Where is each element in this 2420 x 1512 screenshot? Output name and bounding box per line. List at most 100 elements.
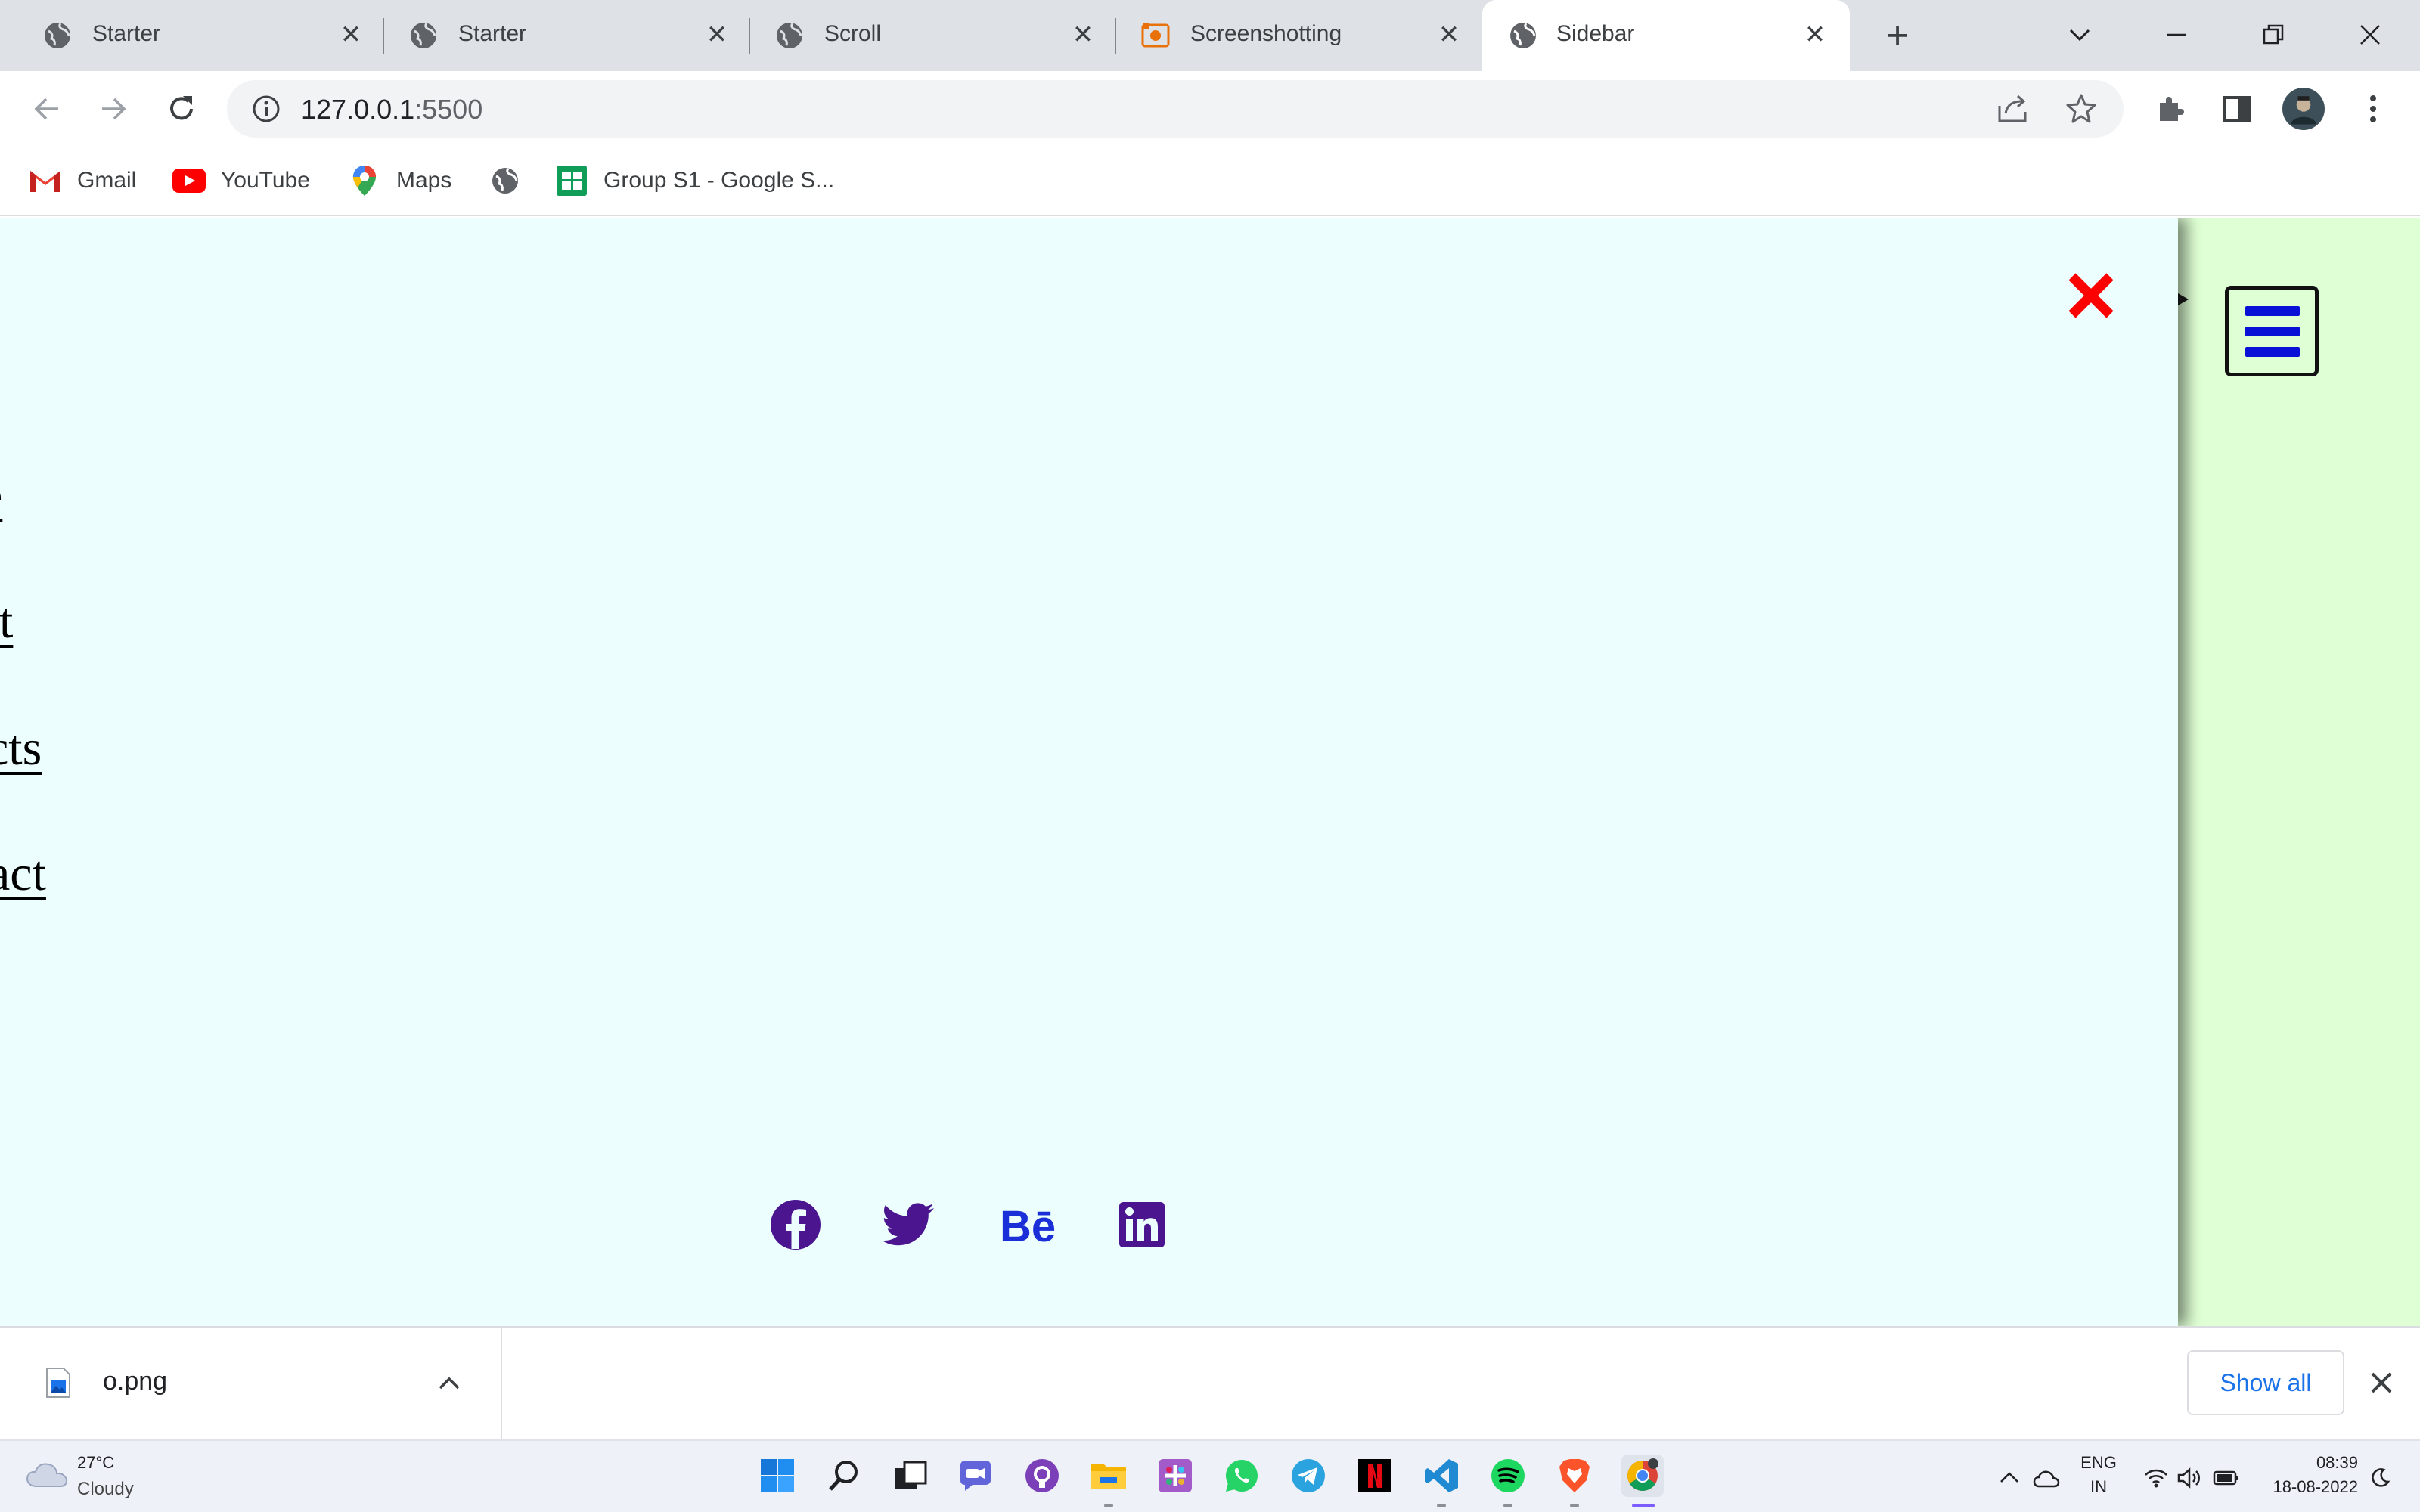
site-info-icon[interactable] [251, 94, 281, 124]
language-indicator[interactable]: ENG IN [2074, 1453, 2124, 1497]
slack-icon[interactable] [1154, 1455, 1196, 1497]
bookmark-youtube[interactable]: YouTube [172, 162, 310, 200]
linkedin-icon[interactable] [1115, 1198, 1169, 1252]
running-indicator [1503, 1504, 1512, 1507]
bookmark-label: Gmail [77, 168, 137, 193]
netflix-icon[interactable] [1354, 1455, 1396, 1497]
teams-chat-icon[interactable] [954, 1455, 997, 1497]
nav-link-projects[interactable]: cts [0, 720, 42, 777]
tab-title: Scroll [824, 21, 882, 46]
clock-time: 08:39 [2316, 1453, 2358, 1472]
menu-bar-line [2245, 327, 2300, 336]
bookmark-maps[interactable]: Maps [348, 162, 451, 200]
behance-icon[interactable]: Bē [1000, 1198, 1063, 1252]
url-text: 127.0.0.1:5500 [301, 94, 482, 125]
show-all-button[interactable]: Show all [2187, 1350, 2344, 1415]
youtube-icon [172, 164, 206, 197]
share-icon[interactable] [1995, 92, 2030, 125]
tab-scroll[interactable]: Scroll ✕ [732, 0, 1115, 71]
facebook-icon[interactable] [768, 1198, 823, 1252]
chevron-up-icon[interactable] [436, 1370, 463, 1397]
tab-starter-1[interactable]: Starter ✕ [0, 0, 383, 71]
onedrive-icon[interactable] [2033, 1468, 2060, 1488]
bookmarks-bar: Gmail YouTube Maps Group S1 - Google S..… [0, 147, 2420, 216]
vscode-icon[interactable] [1420, 1455, 1463, 1497]
close-tab-icon[interactable]: ✕ [336, 20, 366, 50]
menu-bar-line [2245, 347, 2300, 357]
tab-search-icon[interactable] [2057, 14, 2102, 56]
maps-icon [348, 164, 381, 197]
tab-screenshotting[interactable]: Screenshotting ✕ [1098, 0, 1481, 71]
download-file-name: o.png [103, 1367, 168, 1396]
chevron-up-icon[interactable] [1998, 1467, 2021, 1489]
bookmark-gmail[interactable]: Gmail [29, 162, 136, 200]
whatsapp-icon[interactable] [1221, 1455, 1263, 1497]
svg-text:Bē: Bē [1000, 1204, 1056, 1246]
bookmark-label: Maps [396, 168, 452, 193]
close-tab-icon[interactable]: ✕ [1434, 20, 1464, 50]
task-view-icon[interactable] [889, 1455, 932, 1497]
focus-assist-icon[interactable] [2369, 1467, 2391, 1489]
battery-icon[interactable] [2213, 1470, 2240, 1486]
browser-toolbar: 127.0.0.1:5500 [0, 71, 2420, 147]
running-indicator [1437, 1504, 1446, 1507]
url-port: :5500 [414, 94, 483, 125]
close-window-icon[interactable] [2347, 14, 2393, 56]
file-explorer-icon[interactable] [1087, 1455, 1130, 1497]
chrome-icon[interactable] [1621, 1455, 1664, 1497]
bookmark-label: Group S1 - Google S... [603, 168, 835, 193]
active-indicator [1632, 1504, 1655, 1507]
page-viewport: e ut cts act Bē [0, 218, 2420, 1326]
volume-icon[interactable] [2176, 1467, 2202, 1489]
nav-link-contact[interactable]: act [0, 845, 46, 903]
extensions-icon[interactable] [2149, 88, 2192, 130]
download-item[interactable]: o.png [0, 1328, 502, 1441]
github-desktop-icon[interactable] [1021, 1455, 1063, 1497]
hamburger-menu-button[interactable] [2225, 286, 2319, 376]
twitter-icon[interactable] [882, 1198, 936, 1252]
side-panel-icon[interactable] [2216, 88, 2258, 130]
clock[interactable]: 08:39 18-08-2022 [2257, 1453, 2358, 1497]
bookmark-group-s1[interactable]: Group S1 - Google S... [555, 162, 834, 200]
close-download-bar-icon[interactable] [2364, 1365, 2399, 1400]
wifi-icon[interactable] [2143, 1467, 2169, 1489]
tab-title: Starter [458, 21, 527, 46]
minimize-icon[interactable] [2154, 14, 2199, 56]
search-icon[interactable] [823, 1455, 865, 1497]
tab-title: Screenshotting [1190, 21, 1342, 46]
bookmark-label: YouTube [221, 168, 310, 193]
restore-icon[interactable] [2251, 14, 2296, 56]
running-indicator [1104, 1504, 1113, 1507]
globe-icon [489, 164, 522, 197]
close-tab-icon[interactable]: ✕ [1800, 20, 1830, 50]
back-icon[interactable] [26, 88, 68, 130]
nav-link-about[interactable]: ut [0, 593, 13, 650]
sheets-icon [555, 164, 588, 197]
telegram-icon[interactable] [1287, 1455, 1329, 1497]
address-bar[interactable]: 127.0.0.1:5500 [227, 80, 2124, 138]
weather-condition: Cloudy [77, 1479, 134, 1499]
bookmark-globe[interactable] [489, 162, 537, 200]
spotify-icon[interactable] [1487, 1455, 1529, 1497]
tab-starter-2[interactable]: Starter ✕ [366, 0, 749, 71]
globe-icon [411, 23, 436, 48]
windows-taskbar: 27°C Cloudy ENG IN 08:39 18-08-2022 [0, 1439, 2420, 1512]
forward-icon[interactable] [92, 88, 135, 130]
nav-link-home[interactable]: e [0, 467, 2, 525]
reload-icon[interactable] [160, 88, 203, 130]
globe-icon [777, 23, 802, 48]
language-region: IN [2090, 1477, 2107, 1496]
brave-icon[interactable] [1553, 1455, 1596, 1497]
close-tab-icon[interactable]: ✕ [1068, 20, 1098, 50]
globe-icon [45, 23, 70, 48]
tab-sidebar[interactable]: Sidebar ✕ [1482, 0, 1850, 71]
cloudy-weather-icon[interactable] [26, 1459, 68, 1489]
new-tab-button[interactable]: + [1879, 16, 1916, 55]
close-sidebar-icon[interactable] [2065, 269, 2118, 322]
browser-menu-icon[interactable] [2352, 88, 2394, 130]
windows-start-icon[interactable] [756, 1455, 799, 1497]
close-tab-icon[interactable]: ✕ [702, 20, 732, 50]
bookmark-star-icon[interactable] [2065, 92, 2098, 125]
avatar[interactable] [2282, 88, 2325, 130]
gmail-icon [29, 164, 62, 197]
